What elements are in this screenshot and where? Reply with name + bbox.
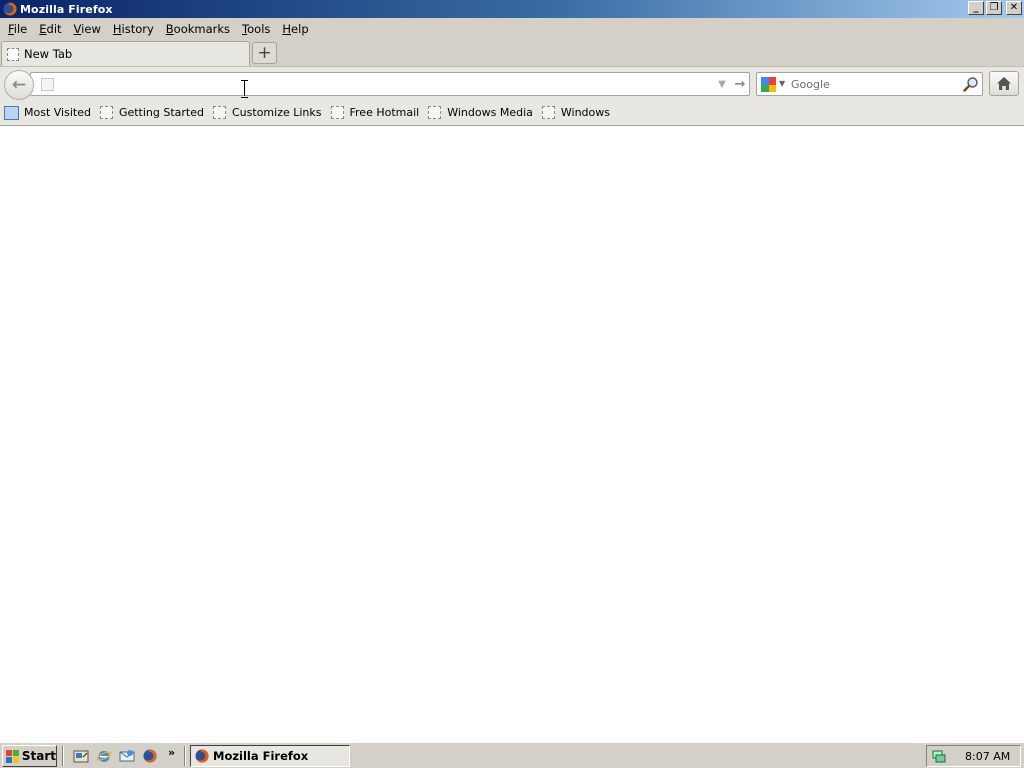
url-bar[interactable]: ▼ → — [30, 72, 750, 98]
navigation-bar: ▼ → ← ▼ — [0, 66, 1024, 100]
quick-launch-more-button[interactable]: » — [168, 746, 175, 759]
system-tray: 8:07 AM — [926, 745, 1021, 767]
outlook-express-icon[interactable] — [119, 748, 135, 764]
bookmark-windows[interactable]: Windows — [541, 106, 610, 119]
windows-logo-green — [12, 749, 19, 756]
menu-edit[interactable]: Edit — [35, 22, 69, 36]
menu-help[interactable]: Help — [278, 22, 316, 36]
firefox-quicklaunch-icon[interactable] — [142, 748, 158, 764]
menu-view[interactable]: View — [70, 22, 109, 36]
page-content[interactable] — [0, 127, 1024, 740]
menu-view-label: iew — [81, 22, 101, 36]
menu-edit-accel: E — [39, 22, 47, 36]
bookmark-getting-started[interactable]: Getting Started — [99, 106, 204, 119]
menu-edit-label: dit — [46, 22, 62, 36]
taskbar-separator — [62, 746, 64, 766]
windows-logo-yellow — [12, 756, 19, 763]
windows-logo-blue — [6, 756, 12, 763]
title-bar[interactable]: Mozilla Firefox _ ❐ ✕ — [0, 0, 1024, 18]
bookmark-label: Getting Started — [118, 106, 204, 119]
firefox-icon — [3, 2, 17, 16]
google-icon-blue — [761, 77, 769, 85]
menu-file[interactable]: File — [4, 22, 35, 36]
taskbar-item-firefox[interactable]: Mozilla Firefox — [190, 745, 350, 767]
menu-bookmarks-label: ookmarks — [173, 22, 231, 36]
site-identity-icon[interactable] — [41, 78, 54, 91]
page-icon — [428, 106, 442, 119]
network-icon[interactable] — [931, 748, 947, 764]
bookmark-label: Customize Links — [232, 106, 322, 119]
menu-tools-label: ools — [247, 22, 271, 36]
page-icon — [541, 106, 555, 119]
page-icon — [99, 106, 113, 119]
magnifier-icon[interactable] — [963, 76, 979, 92]
home-button[interactable] — [989, 71, 1019, 96]
menu-bookmarks-accel: B — [165, 22, 174, 36]
bookmark-most-visited[interactable]: Most Visited — [4, 105, 91, 120]
show-desktop-icon[interactable] — [73, 748, 89, 764]
menu-bar: File Edit View History Bookmarks Tools H… — [0, 18, 1024, 40]
google-icon-yellow — [768, 84, 776, 92]
search-input[interactable] — [791, 76, 961, 93]
menu-tools[interactable]: Tools — [238, 22, 278, 36]
google-icon-green — [761, 84, 769, 92]
page-icon — [7, 47, 19, 61]
window-title: Mozilla Firefox — [20, 2, 113, 16]
text-cursor-icon — [241, 80, 249, 98]
close-button[interactable]: ✕ — [1006, 1, 1022, 15]
windows-logo-icon — [6, 749, 19, 763]
search-bar[interactable]: ▼ — [756, 72, 983, 96]
minimize-button[interactable]: _ — [968, 1, 984, 15]
start-label: Start — [21, 749, 56, 763]
google-icon-red — [768, 77, 776, 85]
new-tab-button[interactable]: + — [252, 42, 277, 64]
tab-label: New Tab — [24, 47, 73, 61]
menu-history[interactable]: History — [109, 22, 162, 36]
firefox-icon — [195, 749, 209, 763]
menu-help-label: elp — [291, 22, 309, 36]
url-input[interactable] — [63, 75, 703, 93]
start-button[interactable]: Start — [2, 745, 57, 767]
bookmark-customize-links[interactable]: Customize Links — [213, 106, 322, 119]
bookmark-label: Most Visited — [24, 106, 91, 119]
menu-history-label: istory — [121, 22, 154, 36]
page-icon — [330, 106, 344, 119]
most-visited-icon — [4, 105, 19, 120]
menu-help-accel: H — [282, 22, 292, 36]
bookmark-windows-media[interactable]: Windows Media — [428, 106, 533, 119]
taskbar: Start » Mozilla Firefox 8:07 AM — [0, 742, 1024, 768]
back-arrow-icon: ← — [11, 75, 27, 95]
clock: 8:07 AM — [965, 749, 1011, 763]
tab-new-tab[interactable]: New Tab — [1, 41, 250, 66]
taskbar-separator — [184, 746, 186, 766]
back-button[interactable]: ← — [4, 70, 34, 100]
url-history-dropdown-icon[interactable]: ▼ — [715, 77, 729, 91]
menu-file-label: ile — [13, 22, 28, 36]
bookmark-label: Windows — [560, 106, 610, 119]
menu-bookmarks[interactable]: Bookmarks — [162, 22, 238, 36]
google-icon[interactable] — [761, 77, 776, 92]
bookmark-label: Windows Media — [447, 106, 533, 119]
bookmark-free-hotmail[interactable]: Free Hotmail — [330, 106, 420, 119]
search-engine-dropdown-icon[interactable]: ▼ — [779, 79, 785, 88]
go-arrow-icon[interactable]: → — [733, 76, 747, 92]
bookmark-label: Free Hotmail — [349, 106, 420, 119]
windows-logo-red — [6, 749, 12, 756]
menu-history-accel: H — [112, 22, 122, 36]
tab-strip: New Tab + — [0, 40, 1024, 66]
home-icon — [997, 77, 1011, 90]
internet-explorer-icon[interactable] — [96, 748, 112, 764]
bookmarks-toolbar: Most Visited Getting Started Customize L… — [0, 100, 1024, 126]
taskbar-item-label: Mozilla Firefox — [213, 749, 309, 763]
restore-button[interactable]: ❐ — [986, 1, 1002, 15]
page-icon — [213, 106, 226, 119]
window-controls: _ ❐ ✕ — [968, 1, 1022, 15]
